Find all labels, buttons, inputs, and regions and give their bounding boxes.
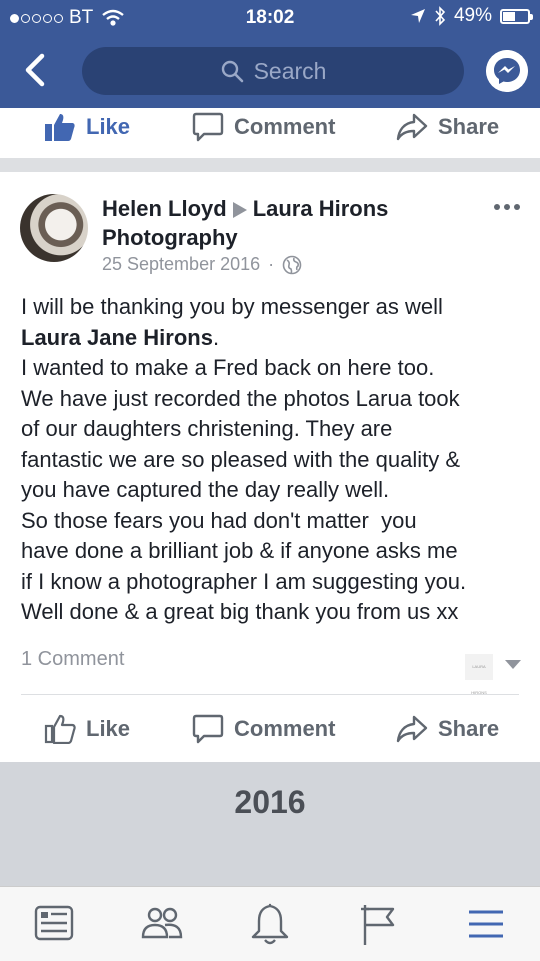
- mention-link[interactable]: Laura Jane Hirons: [21, 325, 213, 350]
- meta-separator: ·: [268, 254, 275, 274]
- app-header: BT 18:02 49% Search: [0, 0, 540, 108]
- comment-button[interactable]: Comment: [192, 104, 335, 150]
- comment-label: Comment: [234, 114, 336, 139]
- messenger-icon[interactable]: [486, 50, 528, 92]
- post-text-rest: I wanted to make a Fred back on here too…: [21, 355, 467, 624]
- battery-percent: 49%: [453, 5, 492, 26]
- post-body: I will be thanking you by messenger as w…: [21, 292, 531, 628]
- previous-post-actions: Like Comment Share: [0, 104, 540, 150]
- back-chevron-icon[interactable]: [18, 50, 54, 90]
- like-label: Like: [86, 716, 131, 741]
- author-name[interactable]: Helen Lloyd: [102, 196, 227, 221]
- tab-bar: [0, 886, 540, 961]
- pages-flag-icon[interactable]: [355, 901, 401, 947]
- search-placeholder: Search: [253, 57, 327, 84]
- dropdown-caret-icon[interactable]: [505, 660, 521, 669]
- commenter-thumbnail: LAURA HIRONS: [465, 654, 493, 695]
- share-button[interactable]: Share: [396, 104, 499, 150]
- location-arrow-icon: [410, 9, 425, 23]
- like-label: Like: [86, 114, 131, 139]
- post-title: Helen Lloyd Laura Hirons Photography: [102, 194, 482, 252]
- search-icon: [221, 60, 243, 83]
- post-text-line1: I will be thanking you by messenger as w…: [21, 294, 443, 319]
- like-thumb-filled-icon: [45, 114, 75, 141]
- nav-bar: Search: [0, 40, 540, 102]
- feed-divider: [0, 158, 540, 172]
- mention-period: .: [212, 324, 220, 350]
- author-avatar[interactable]: [20, 194, 88, 262]
- comments-count[interactable]: 1 Comment: [21, 648, 124, 670]
- to-arrow-icon: [232, 202, 247, 219]
- search-input[interactable]: Search: [82, 47, 464, 95]
- comments-divider: [21, 694, 519, 695]
- post-meta: 25 September 2016 ·: [102, 254, 302, 275]
- like-button-active[interactable]: Like: [44, 104, 130, 150]
- comments-summary: 1 Comment LAURA HIRONS: [21, 648, 521, 695]
- share-arrow-icon: [396, 113, 428, 141]
- post-date[interactable]: 25 September 2016: [102, 254, 260, 275]
- like-button[interactable]: Like: [44, 706, 130, 752]
- status-right: 49%: [410, 5, 533, 27]
- notifications-icon[interactable]: [247, 901, 293, 947]
- news-feed-icon[interactable]: [31, 901, 77, 947]
- friends-icon[interactable]: [139, 901, 185, 947]
- comment-bubble-icon: [192, 714, 224, 744]
- public-globe-icon: [282, 255, 302, 274]
- year-section: 2016: [0, 762, 540, 886]
- share-arrow-icon: [396, 715, 428, 743]
- like-thumb-icon: [44, 714, 76, 744]
- menu-icon[interactable]: [463, 901, 509, 947]
- share-button[interactable]: Share: [396, 706, 499, 752]
- bluetooth-icon: [435, 6, 446, 26]
- year-heading: 2016: [234, 784, 306, 820]
- share-label: Share: [438, 114, 500, 139]
- comment-button[interactable]: Comment: [192, 706, 335, 752]
- more-options-icon[interactable]: [494, 204, 520, 210]
- post-actions: Like Comment Share: [0, 706, 540, 752]
- battery-icon: [500, 8, 533, 24]
- comment-bubble-icon: [192, 112, 224, 142]
- comment-label: Comment: [234, 716, 336, 741]
- share-label: Share: [438, 716, 500, 741]
- status-bar: BT 18:02 49%: [0, 0, 540, 34]
